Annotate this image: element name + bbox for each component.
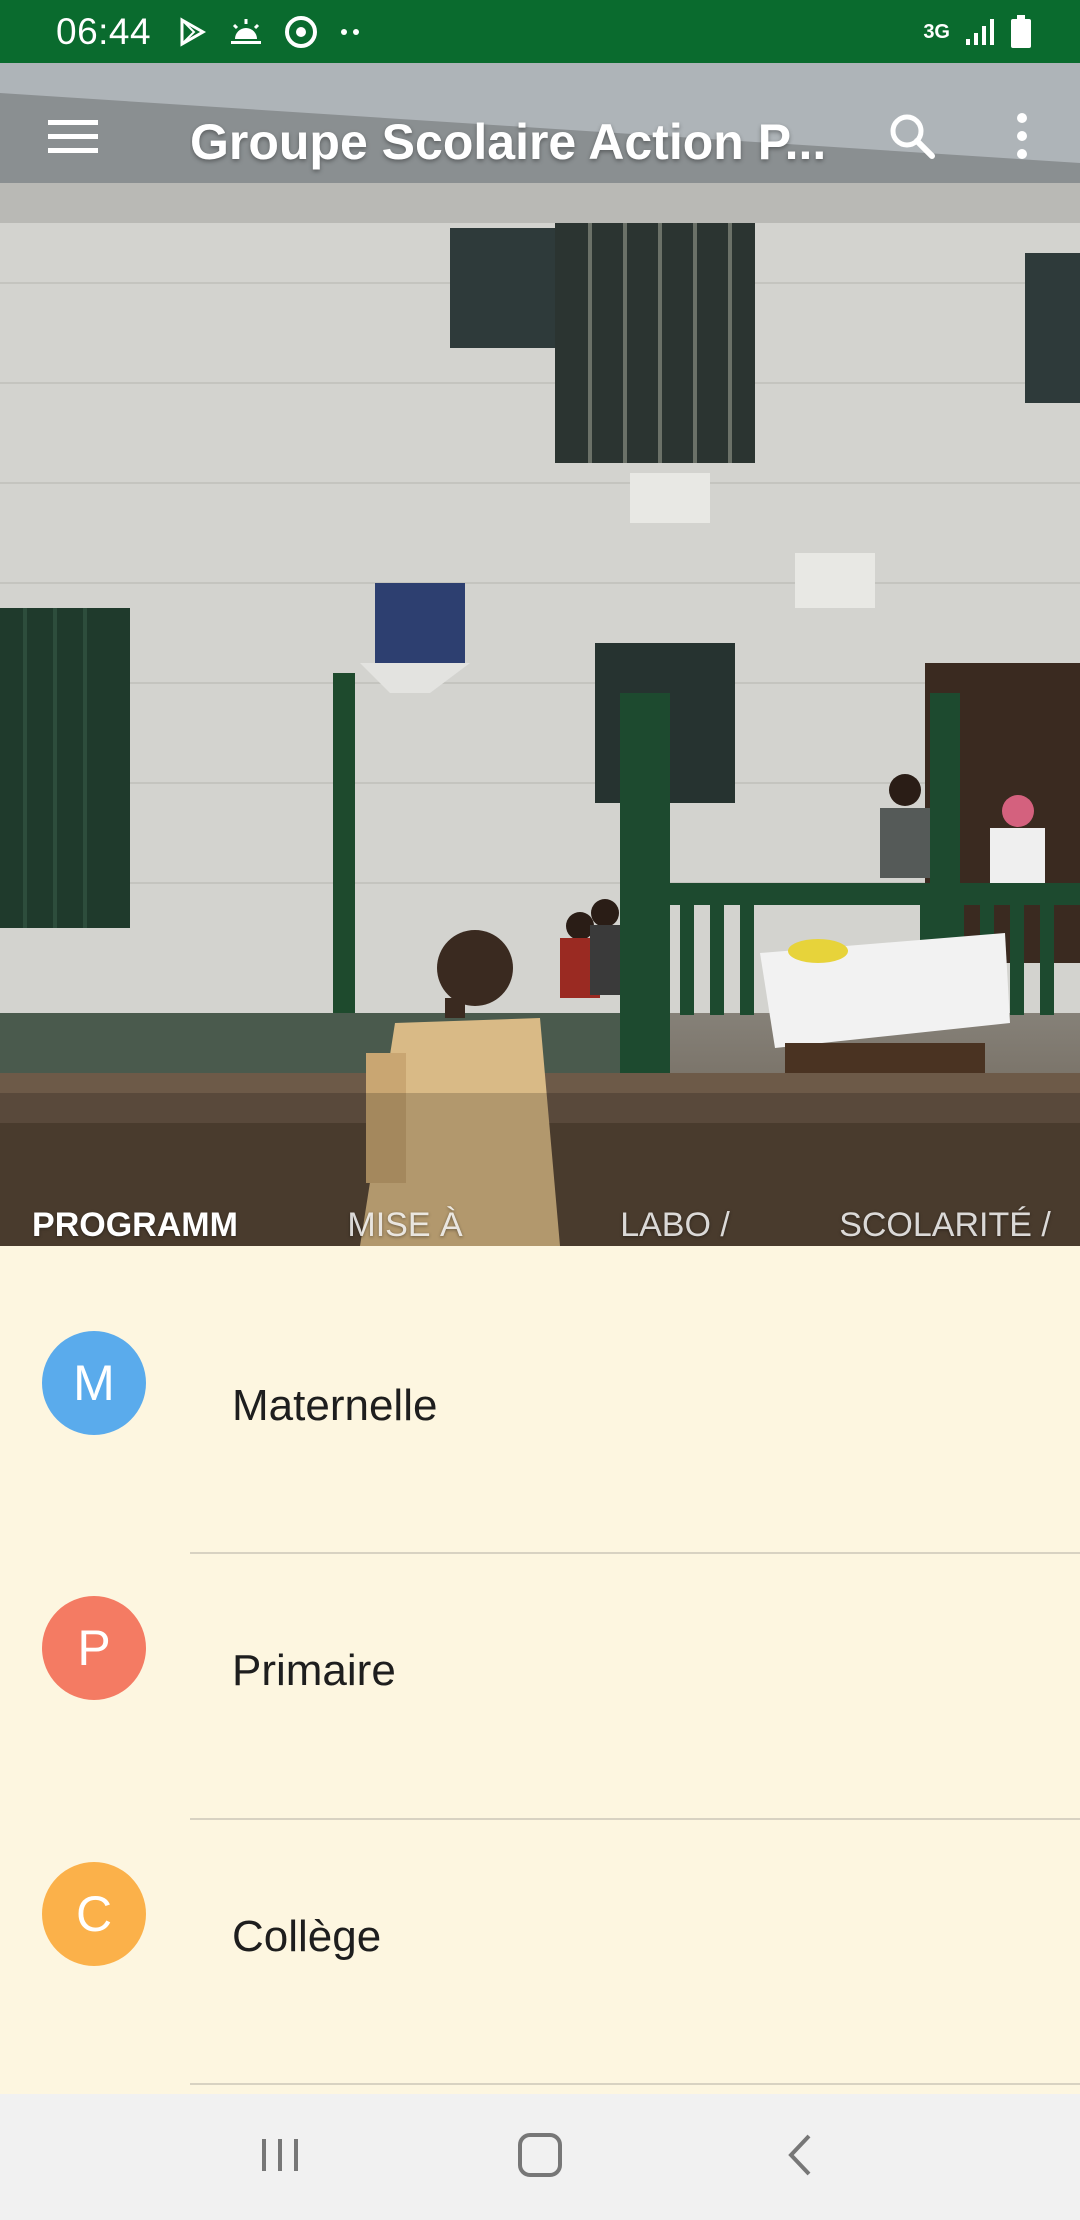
recent-apps-button[interactable] (240, 2117, 320, 2197)
search-button[interactable] (880, 106, 944, 170)
list-item-label: Maternelle (232, 1381, 438, 1430)
back-button[interactable] (760, 2117, 840, 2197)
home-icon (517, 2132, 563, 2183)
status-bar: 06:44 3G (0, 0, 1080, 63)
list-item-maternelle[interactable]: M Maternelle (0, 1246, 1080, 1554)
play-store-icon (177, 16, 207, 47)
tab-label: MISE À NIVEAU (347, 1206, 463, 1244)
programme-list: M Maternelle P Primaire C Collège (0, 1246, 1080, 2094)
tab-labo-salles[interactable]: LABO / SALLES (540, 1143, 810, 1246)
tab-programme[interactable]: PROGRAMM E (0, 1143, 270, 1246)
tab-label: LABO / SALLES (620, 1206, 730, 1244)
status-time: 06:44 (56, 10, 152, 52)
system-nav-bar (0, 2094, 1080, 2220)
home-button[interactable] (500, 2117, 580, 2197)
list-item-college[interactable]: C Collège (0, 1778, 1080, 2085)
page-title: Groupe Scolaire Action P... (190, 114, 827, 170)
back-icon (785, 2132, 815, 2183)
list-item-primaire[interactable]: P Primaire (0, 1512, 1080, 1820)
more-notifications-icon (339, 27, 363, 37)
tab-scolarite-informations[interactable]: SCOLARITÉ / INFORMA... (810, 1143, 1080, 1246)
more-vert-icon (1015, 112, 1029, 165)
recent-apps-icon (258, 2135, 302, 2180)
chrome-icon (285, 15, 318, 48)
tab-bar: PROGRAMM E MISE À NIVEAU LABO / SALLES S… (0, 1143, 1080, 1246)
list-item-label: Primaire (232, 1646, 396, 1695)
more-options-button[interactable] (1000, 106, 1044, 170)
divider (190, 2083, 1080, 2085)
battery-icon (1010, 14, 1032, 49)
tab-label: PROGRAMM E (32, 1206, 238, 1244)
signal-icon (964, 17, 996, 47)
header-photo: Groupe Scolaire Action P... PROGRAMM E M… (0, 63, 1080, 1246)
menu-button[interactable] (42, 107, 104, 169)
avatar: P (42, 1596, 146, 1700)
school-building-photo (0, 63, 1080, 1246)
network-type: 3G (923, 20, 950, 43)
hamburger-menu-icon (46, 116, 100, 161)
weather-sunrise-icon (229, 17, 263, 47)
list-item-label: Collège (232, 1912, 382, 1961)
tab-mise-a-niveau[interactable]: MISE À NIVEAU (270, 1143, 540, 1246)
tab-label: SCOLARITÉ / INFORMA... (839, 1206, 1051, 1244)
avatar: M (42, 1331, 146, 1435)
avatar: C (42, 1862, 146, 1966)
search-icon (888, 112, 936, 165)
